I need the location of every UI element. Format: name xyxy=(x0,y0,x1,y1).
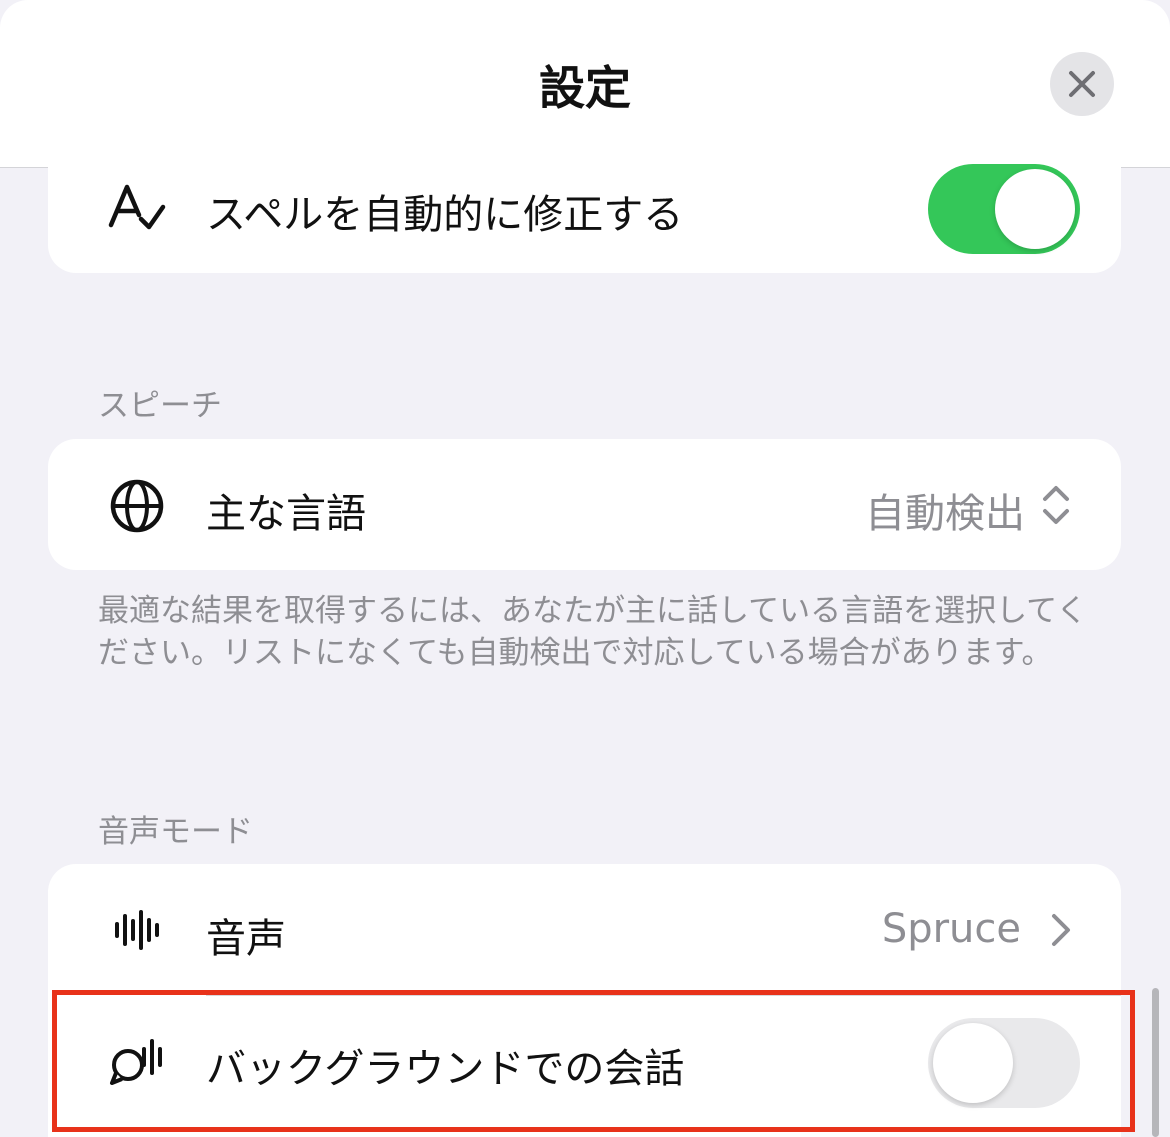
language-footnote: 最適な結果を取得するには、あなたが主に話している言語を選択してください。リストに… xyxy=(98,593,1088,671)
voice-mode-section-title: 音声モード xyxy=(98,814,253,850)
voice-row[interactable]: 音声 Spruce xyxy=(48,864,1121,995)
primary-language-value: 自動検出 xyxy=(865,491,1025,537)
page-title: 設定 xyxy=(539,61,631,115)
speech-section-title: スピーチ xyxy=(98,388,222,424)
toggle-knob xyxy=(995,169,1075,249)
close-button[interactable] xyxy=(1050,52,1114,116)
primary-language-label: 主な言語 xyxy=(206,491,366,537)
primary-language-row[interactable]: 主な言語 自動検出 xyxy=(48,439,1121,570)
autocorrect-toggle[interactable] xyxy=(928,164,1080,254)
waveform-icon xyxy=(106,899,168,961)
close-icon xyxy=(1069,71,1095,97)
highlight-box xyxy=(52,990,1135,1132)
text-check-icon xyxy=(106,176,168,238)
voice-label: 音声 xyxy=(206,916,286,962)
autocorrect-label: スペルを自動的に修正する xyxy=(206,192,684,238)
globe-icon xyxy=(106,475,168,537)
chevron-right-icon xyxy=(1052,914,1070,946)
chevron-up-down-icon xyxy=(1043,486,1069,524)
autocorrect-row: スペルを自動的に修正する xyxy=(48,130,1121,273)
voice-value: Spruce xyxy=(881,906,1021,952)
scrollbar[interactable] xyxy=(1152,988,1159,1137)
